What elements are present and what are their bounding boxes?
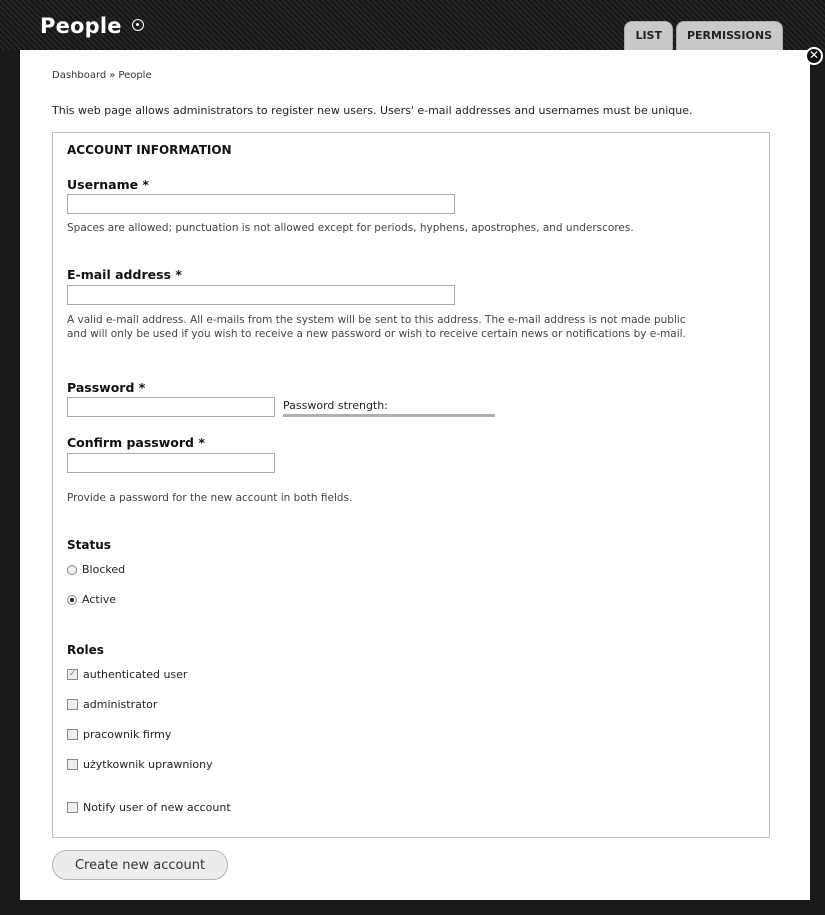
breadcrumb-separator: »	[109, 70, 116, 81]
role-label: użytkownik uprawniony	[83, 758, 213, 771]
account-information-fieldset: ACCOUNT INFORMATION Username * Spaces ar…	[52, 132, 770, 838]
roles-label: Roles	[67, 643, 104, 657]
page-title: People	[40, 14, 122, 38]
fieldset-legend: ACCOUNT INFORMATION	[67, 143, 232, 157]
breadcrumb: Dashboard» People	[52, 70, 152, 81]
add-shortcut-icon[interactable]	[132, 19, 144, 31]
confirm-password-label: Confirm password *	[67, 435, 205, 450]
status-option-active[interactable]: Active	[67, 593, 116, 606]
email-input[interactable]	[67, 285, 455, 305]
password-description: Provide a password for the new account i…	[67, 492, 353, 504]
tab-permissions[interactable]: PERMISSIONS	[675, 21, 783, 50]
overlay-dialog: Dashboard» People This web page allows ad…	[20, 50, 810, 900]
role-label: pracownik firmy	[83, 728, 172, 741]
username-input[interactable]	[67, 194, 455, 214]
username-label: Username *	[67, 177, 149, 192]
password-label: Password *	[67, 380, 146, 395]
radio-blocked-label: Blocked	[82, 563, 126, 576]
status-option-blocked[interactable]: Blocked	[67, 563, 125, 576]
checkbox-uzytkownik-uprawniony[interactable]	[67, 759, 78, 770]
role-label: authenticated user	[83, 668, 188, 681]
password-input[interactable]	[67, 397, 275, 417]
close-icon[interactable]: ✕	[805, 47, 823, 65]
role-administrator[interactable]: administrator	[67, 698, 157, 711]
role-uzytkownik-uprawniony[interactable]: użytkownik uprawniony	[67, 758, 213, 771]
create-account-button[interactable]: Create new account	[52, 850, 228, 880]
checkbox-administrator[interactable]	[67, 699, 78, 710]
username-description: Spaces are allowed; punctuation is not a…	[67, 222, 634, 234]
breadcrumb-link-dashboard[interactable]: Dashboard	[52, 70, 106, 81]
checkbox-pracownik-firmy[interactable]	[67, 729, 78, 740]
checkbox-authenticated-user	[67, 669, 78, 680]
radio-blocked[interactable]	[67, 564, 77, 575]
role-authenticated-user: authenticated user	[67, 668, 187, 681]
role-label: administrator	[83, 698, 158, 711]
status-label: Status	[67, 538, 111, 552]
checkbox-notify-user[interactable]	[67, 802, 78, 813]
radio-active[interactable]	[67, 594, 77, 605]
password-strength-bar	[283, 414, 495, 417]
notify-user-label: Notify user of new account	[83, 801, 231, 814]
confirm-password-input[interactable]	[67, 453, 275, 473]
tab-list[interactable]: LIST	[624, 21, 673, 50]
notify-user-option[interactable]: Notify user of new account	[67, 801, 231, 814]
radio-active-label: Active	[82, 593, 117, 606]
email-label: E-mail address *	[67, 267, 182, 282]
password-strength-label: Password strength:	[283, 399, 388, 412]
email-description-line-2: and will only be used if you wish to rec…	[67, 328, 686, 340]
email-description-line-1: A valid e-mail address. All e-mails from…	[67, 314, 686, 326]
page-header: People LIST PERMISSIONS	[20, 0, 810, 50]
primary-tabs: LIST PERMISSIONS	[624, 21, 783, 50]
help-text: This web page allows administrators to r…	[52, 104, 693, 117]
role-pracownik-firmy[interactable]: pracownik firmy	[67, 728, 171, 741]
breadcrumb-link-people[interactable]: People	[118, 70, 151, 81]
